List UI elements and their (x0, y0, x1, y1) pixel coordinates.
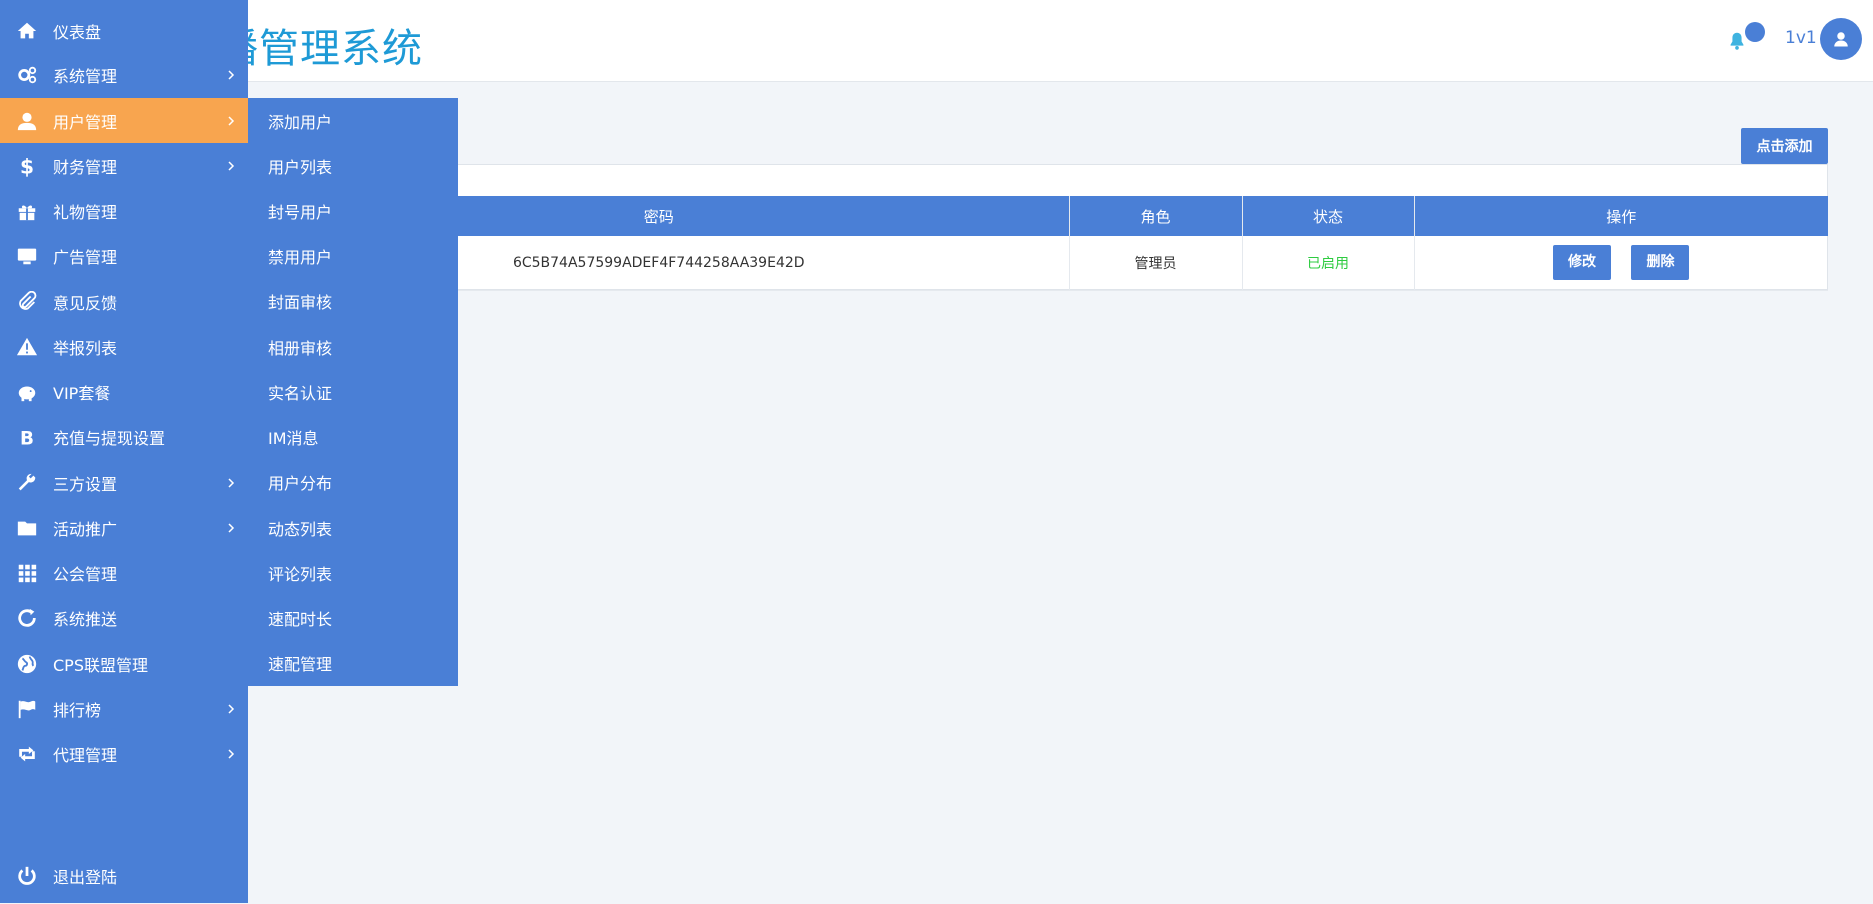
avatar[interactable] (1820, 18, 1862, 60)
flag-icon (18, 700, 36, 718)
sidebar-item-ads[interactable]: 广告管理 (0, 233, 248, 278)
user-table: 密码 角色 状态 操作 6C5B74A57599ADEF4F744258AA39… (249, 196, 1828, 291)
top-header: 播管理系统 1v1 (0, 0, 1873, 82)
sidebar-item-label: 活动推广 (53, 519, 118, 539)
chevron-right-icon (228, 115, 235, 126)
grid-icon (18, 564, 37, 582)
sidebar-item-label: 公会管理 (53, 564, 118, 584)
sidebar-item-label: 广告管理 (53, 247, 118, 267)
home-icon (17, 22, 37, 38)
submenu-item-cover-review[interactable]: 封面审核 (248, 278, 458, 323)
submenu-item-identity-verification[interactable]: 实名认证 (248, 369, 458, 414)
sidebar-item-label: 充值与提现设置 (53, 428, 166, 448)
refresh-icon (18, 608, 36, 627)
folder-icon (17, 521, 37, 535)
submenu-item-add-user[interactable]: 添加用户 (248, 98, 458, 143)
sidebar-item-vip[interactable]: VIP套餐 (0, 369, 248, 414)
sidebar-item-label: 三方设置 (53, 474, 118, 494)
sidebar-item-feedback[interactable]: 意见反馈 (0, 279, 248, 324)
table-row: 6C5B74A57599ADEF4F744258AA39E42D 管理员 已启用… (249, 236, 1828, 291)
sidebar-item-label: 财务管理 (53, 157, 118, 177)
retweet-icon (19, 746, 35, 761)
sidebar-item-label: 礼物管理 (53, 202, 118, 222)
header-status: 状态 (1242, 196, 1415, 236)
warning-icon (16, 337, 38, 355)
sidebar-item-label: VIP套餐 (53, 383, 111, 403)
user-table-panel: 密码 角色 状态 操作 6C5B74A57599ADEF4F744258AA39… (248, 164, 1828, 291)
edit-button[interactable]: 修改 (1553, 245, 1612, 281)
cell-actions: 修改 删除 (1414, 236, 1828, 291)
user-name[interactable]: 1v1 (1785, 28, 1817, 48)
dollar-icon: $ (20, 155, 34, 177)
submenu-item-feed-list[interactable]: 动态列表 (248, 505, 458, 550)
sidebar-item-label: 排行榜 (53, 700, 102, 720)
sidebar: 仪表盘 系统管理 用户管理 $ 财务管理 礼物管理 广告管理 意见反馈 举报列表… (0, 0, 248, 903)
sidebar-item-finance[interactable]: $ 财务管理 (0, 143, 248, 188)
add-button[interactable]: 点击添加 (1741, 128, 1828, 164)
sidebar-item-push[interactable]: 系统推送 (0, 595, 248, 640)
sidebar-item-label: 代理管理 (53, 745, 118, 765)
sidebar-item-label: 举报列表 (53, 338, 118, 358)
svg-text:$: $ (20, 155, 34, 177)
chevron-right-icon (228, 477, 235, 488)
bitcoin-icon: B (20, 428, 34, 448)
sidebar-item-label: 用户管理 (53, 112, 118, 132)
sidebar-item-label: 仪表盘 (53, 22, 102, 42)
sidebar-item-agents[interactable]: 代理管理 (0, 731, 248, 776)
sidebar-item-cps[interactable]: CPS联盟管理 (0, 641, 248, 686)
gears-icon (18, 66, 37, 83)
globe-icon (17, 654, 37, 673)
paperclip-icon (19, 290, 37, 310)
chevron-right-icon (228, 703, 235, 714)
desktop-icon (17, 248, 37, 264)
submenu-item-disabled-users[interactable]: 禁用用户 (248, 233, 458, 278)
sidebar-item-reports[interactable]: 举报列表 (0, 324, 248, 369)
submenu-item-album-review[interactable]: 相册审核 (248, 324, 458, 369)
sidebar-item-recharge[interactable]: B 充值与提现设置 (0, 414, 248, 459)
user-avatar-icon (1834, 32, 1848, 47)
submenu-item-im-messages[interactable]: IM消息 (248, 414, 458, 459)
sidebar-item-label: CPS联盟管理 (53, 655, 148, 675)
chevron-right-icon (228, 748, 235, 759)
sidebar-item-leaderboard[interactable]: 排行榜 (0, 686, 248, 731)
cell-role: 管理员 (1069, 236, 1243, 291)
status-badge: 已启用 (1242, 236, 1415, 291)
sidebar-item-third-party[interactable]: 三方设置 (0, 460, 248, 505)
logout-button[interactable]: 退出登陆 (0, 853, 248, 898)
submenu-item-match-management[interactable]: 速配管理 (248, 640, 458, 685)
logout-label: 退出登陆 (53, 867, 118, 887)
table-header-row: 密码 角色 状态 操作 (249, 196, 1828, 236)
sidebar-item-label: 系统管理 (53, 66, 118, 86)
sidebar-item-users[interactable]: 用户管理 (0, 98, 248, 143)
submenu-item-user-distribution[interactable]: 用户分布 (248, 459, 458, 504)
submenu-item-banned-users[interactable]: 封号用户 (248, 188, 458, 233)
user-management-submenu: 添加用户 用户列表 封号用户 禁用用户 封面审核 相册审核 实名认证 IM消息 … (248, 98, 458, 686)
submenu-item-comment-list[interactable]: 评论列表 (248, 550, 458, 595)
delete-button[interactable]: 删除 (1631, 245, 1690, 281)
submenu-item-match-duration[interactable]: 速配时长 (248, 595, 458, 640)
sidebar-item-gifts[interactable]: 礼物管理 (0, 188, 248, 233)
header-role: 角色 (1069, 196, 1243, 236)
notification-badge (1745, 22, 1765, 42)
sidebar-item-label: 系统推送 (53, 609, 118, 629)
chevron-right-icon (228, 160, 235, 171)
wrench-icon (18, 473, 36, 490)
sidebar-item-dashboard[interactable]: 仪表盘 (0, 8, 248, 53)
sidebar-item-system[interactable]: 系统管理 (0, 52, 248, 97)
user-icon (17, 112, 37, 130)
header-actions: 操作 (1414, 196, 1828, 236)
sidebar-item-label: 意见反馈 (53, 293, 118, 313)
svg-text:B: B (20, 428, 34, 448)
piggy-bank-icon (18, 386, 36, 401)
sidebar-item-promotions[interactable]: 活动推广 (0, 505, 248, 550)
submenu-item-user-list[interactable]: 用户列表 (248, 143, 458, 188)
chevron-right-icon (228, 522, 235, 533)
gift-icon (18, 204, 36, 220)
chevron-right-icon (228, 69, 235, 80)
power-icon (18, 866, 36, 885)
page-title: 播管理系统 (218, 26, 423, 72)
sidebar-item-guilds[interactable]: 公会管理 (0, 550, 248, 595)
